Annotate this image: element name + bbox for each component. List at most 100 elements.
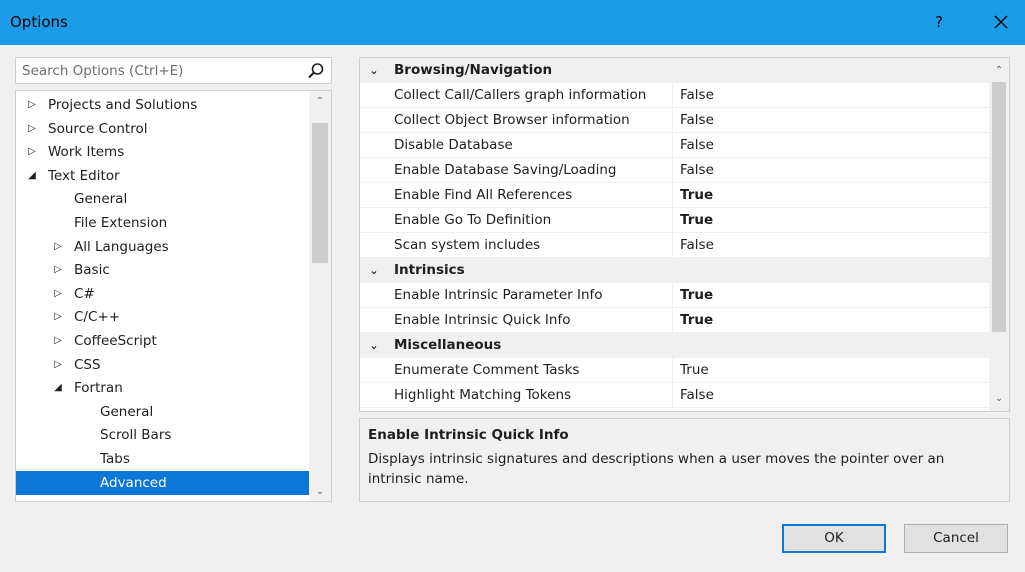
description-text: Displays intrinsic signatures and descri… [368,451,945,487]
tree-item-label: Advanced [100,474,167,491]
tree-item[interactable]: General [16,400,309,424]
chevron-down-icon[interactable]: ⌄ [366,333,382,358]
property-value[interactable]: True [680,283,713,308]
property-row[interactable]: Enable Find All References True [360,183,990,208]
tree-item[interactable]: ▷ Work Items [16,140,309,164]
property-name: Highlight Matching Tokens [394,387,572,403]
property-row[interactable]: Enumerate Comment Tasks True [360,358,990,383]
tree-item[interactable]: ▷ CoffeeScript [16,329,309,353]
tree-item[interactable]: ◢ Fortran [16,376,309,400]
property-row[interactable]: Enable Intrinsic Quick Info True [360,308,990,333]
property-value[interactable]: False [680,133,714,158]
tree-scroll-thumb[interactable] [312,123,328,263]
close-button[interactable] [987,8,1015,36]
grid-scrollbar[interactable]: ⌃ ⌄ [989,58,1009,411]
property-value[interactable]: False [680,158,714,183]
property-row[interactable]: Enable Intrinsic Parameter Info True [360,283,990,308]
property-name: Enable Go To Definition [394,212,552,228]
tree-item-label: Fortran [74,380,123,397]
tree-item-label: Projects and Solutions [48,97,198,113]
tree-scroll-down-icon[interactable]: ⌄ [309,483,331,501]
property-value[interactable]: False [680,383,714,408]
column-divider [672,383,673,408]
property-value[interactable]: True [680,183,713,208]
expand-icon[interactable]: ▷ [52,353,64,377]
property-name: Enumerate Comment Tasks [394,362,580,378]
property-grid[interactable]: ⌄ Browsing/Navigation Collect Call/Callers… [359,57,1010,412]
column-divider [672,83,673,108]
expand-icon[interactable]: ▷ [26,140,38,164]
property-name: Scan system includes [394,237,541,253]
tree-item-label: CoffeeScript [74,333,157,349]
tree-item[interactable]: ▷ Source Control [16,117,309,141]
expand-icon[interactable]: ▷ [52,329,64,353]
tree-item[interactable]: Scroll Bars [16,423,309,447]
search-options-input[interactable]: Search Options (Ctrl+E) [15,57,332,84]
grid-scroll-up-icon[interactable]: ⌃ [989,62,1009,80]
window-title: Options [10,13,68,31]
tree-item-label: Source Control [48,120,148,137]
property-row[interactable]: Disable Database False [360,133,990,158]
property-value[interactable]: False [680,108,714,133]
chevron-down-icon[interactable]: ⌄ [366,58,382,83]
property-name: Collect Call/Callers graph information [394,87,647,103]
property-name: Enable Intrinsic Quick Info [394,312,571,328]
expand-icon[interactable]: ▷ [26,117,38,141]
property-row[interactable]: Enable Go To Definition True [360,208,990,233]
tree-item-label: C/C++ [74,309,121,326]
chevron-down-icon[interactable]: ⌄ [366,258,382,283]
column-divider [672,108,673,133]
tree-item[interactable]: ▷ All Languages [16,235,309,259]
property-value[interactable]: True [680,208,713,233]
property-name: Enable Intrinsic Parameter Info [394,287,603,303]
category-label: Miscellaneous [394,337,502,353]
tree-item[interactable]: Tabs [16,447,309,471]
tree-item[interactable]: ▷ CSS [16,353,309,377]
tree-item-label: Tabs [100,451,130,467]
property-value[interactable]: False [680,233,714,258]
tree-item-label: Text Editor [48,167,120,184]
cancel-button[interactable]: Cancel [904,524,1008,553]
category-row[interactable]: ⌄ Intrinsics [360,258,990,283]
column-divider [672,158,673,183]
tree-item[interactable]: ▷ Projects and Solutions [16,93,309,117]
column-divider [672,233,673,258]
property-row[interactable]: Collect Call/Callers graph information Fa… [360,83,990,108]
column-divider [672,133,673,158]
ok-button[interactable]: OK [782,524,886,553]
tree-scrollbar[interactable]: ⌃ ⌄ [309,91,331,501]
collapse-icon[interactable]: ◢ [52,376,64,400]
property-name: Enable Find All References [394,187,573,203]
property-value[interactable]: False [680,83,714,108]
expand-icon[interactable]: ▷ [52,258,64,282]
category-row[interactable]: ⌄ Miscellaneous [360,333,990,358]
property-value[interactable]: True [680,308,713,333]
collapse-icon[interactable]: ◢ [26,164,38,188]
expand-icon[interactable]: ▷ [52,305,64,329]
tree-item[interactable]: ◢ Text Editor [16,164,309,188]
column-divider [672,358,673,383]
tree-item[interactable]: ▷ C/C++ [16,305,309,329]
title-bar: Options ? [0,0,1025,45]
property-row[interactable]: Collect Object Browser information False [360,108,990,133]
grid-scroll-down-icon[interactable]: ⌄ [989,390,1009,408]
property-value[interactable]: True [680,358,709,383]
expand-icon[interactable]: ▷ [26,93,38,117]
expand-icon[interactable]: ▷ [52,235,64,259]
expand-icon[interactable]: ▷ [52,282,64,306]
tree-item[interactable]: ▷ Basic [16,258,309,282]
options-tree[interactable]: ▷ Projects and Solutions ▷ Source Control ▷ W… [15,90,332,502]
tree-item[interactable]: ▷ C# [16,282,309,306]
grid-scroll-thumb[interactable] [992,82,1006,332]
property-row[interactable]: Scan system includes False [360,233,990,258]
tree-item[interactable]: General [16,187,309,211]
property-row[interactable]: Highlight Matching Tokens False [360,383,990,408]
tree-scroll-up-icon[interactable]: ⌃ [309,93,331,111]
property-row[interactable]: Enable Database Saving/Loading False [360,158,990,183]
search-icon [308,63,324,79]
tree-item[interactable]: File Extension [16,211,309,235]
category-row[interactable]: ⌄ Browsing/Navigation [360,58,990,83]
column-divider [672,308,673,333]
help-button[interactable]: ? [927,8,951,36]
tree-item[interactable]: Advanced [16,470,309,495]
